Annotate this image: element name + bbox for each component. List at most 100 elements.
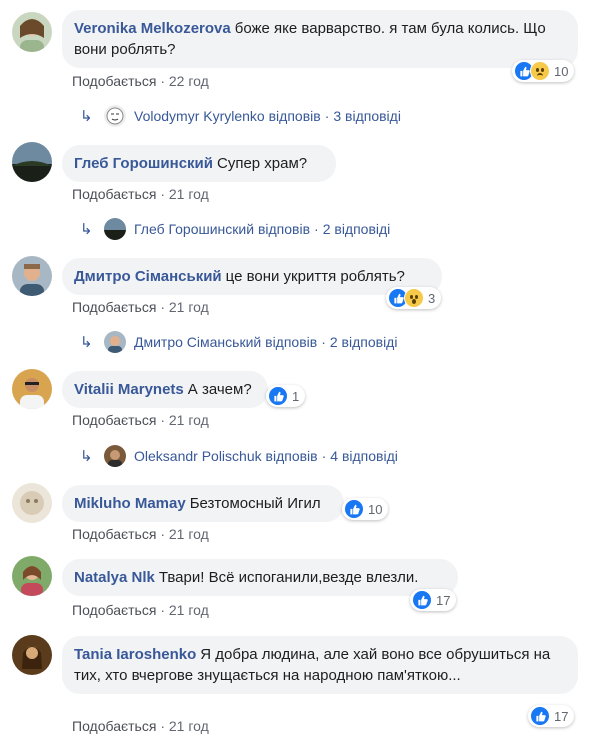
- reply-verb: відповів: [268, 108, 321, 124]
- reaction-count: 17: [554, 708, 569, 724]
- comment-author[interactable]: Mikluho Mamay: [74, 495, 186, 512]
- separator: ·: [321, 448, 327, 464]
- comment-author[interactable]: Veronika Melkozerova: [74, 20, 231, 37]
- comment-text: Безтомосный Игил: [189, 495, 321, 512]
- reaction-count: 10: [368, 501, 383, 517]
- comment-author[interactable]: Глеб Горошинский: [74, 155, 213, 172]
- reaction-summary[interactable]: 17: [410, 589, 457, 611]
- comment-author[interactable]: Natalya Nlk: [74, 569, 155, 586]
- like-link[interactable]: Подобається: [72, 718, 156, 734]
- separator: ·: [321, 334, 326, 350]
- comment-meta: Подобається · 21 год: [72, 718, 209, 734]
- reply-author: Глеб Горошинский: [134, 221, 255, 237]
- like-link[interactable]: Подобається: [72, 412, 156, 428]
- comment-text: Твари! Всё испоганили,везде влезли.: [158, 569, 419, 586]
- like-icon: [344, 499, 364, 519]
- reaction-count: 3: [428, 290, 436, 306]
- separator: ·: [160, 602, 165, 618]
- reaction-count: 1: [292, 388, 300, 404]
- reply-arrow-icon: ↳: [80, 221, 93, 238]
- comment-text: А зачем?: [187, 381, 252, 398]
- reply-count: 3 відповіді: [333, 108, 401, 124]
- reply-count: 2 відповіді: [322, 221, 391, 237]
- avatar: [104, 218, 126, 240]
- avatar[interactable]: [12, 142, 52, 182]
- replies-link[interactable]: ↳ Volodymyr Kyrylenko відповів · 3 відпо…: [80, 105, 401, 127]
- separator: ·: [160, 73, 165, 89]
- avatar[interactable]: [12, 12, 52, 52]
- comment-bubble: Natalya Nlk Твари! Всё испоганили,везде в…: [62, 559, 458, 596]
- replies-link[interactable]: ↳ Oleksandr Polischuk відповів · 4 відпо…: [80, 445, 398, 467]
- reaction-summary[interactable]: 10: [342, 498, 389, 520]
- replies-link[interactable]: ↳ Глеб Горошинский відповів · 2 відповід…: [80, 218, 390, 240]
- timestamp[interactable]: 21 год: [169, 602, 209, 618]
- reply-arrow-icon: ↳: [80, 108, 93, 125]
- comment-meta: Подобається · 22 год: [72, 73, 209, 89]
- separator: ·: [160, 412, 165, 428]
- timestamp[interactable]: 21 год: [169, 526, 209, 542]
- reaction-summary[interactable]: 3: [386, 287, 442, 309]
- like-icon: [412, 590, 432, 610]
- comment-text: це вони укриття роблять?: [225, 268, 405, 285]
- avatar[interactable]: [12, 556, 52, 596]
- separator: ·: [160, 526, 165, 542]
- timestamp[interactable]: 22 год: [169, 73, 209, 89]
- sad-icon: [530, 61, 550, 81]
- comment-author[interactable]: Vitalii Marynets: [74, 381, 184, 398]
- avatar[interactable]: [12, 256, 52, 296]
- reply-author: Oleksandr Polischuk: [134, 448, 262, 464]
- avatar[interactable]: [12, 635, 52, 675]
- separator: ·: [314, 221, 319, 237]
- reply-arrow-icon: ↳: [80, 448, 93, 465]
- replies-link[interactable]: ↳ Дмитро Сіманський відповів · 2 відпові…: [80, 331, 397, 353]
- reply-count: 2 відповіді: [329, 334, 398, 350]
- timestamp[interactable]: 21 год: [169, 299, 209, 315]
- comment-meta: Подобається · 21 год: [72, 412, 209, 428]
- comment-author[interactable]: Tania Iaroshenko: [74, 646, 196, 663]
- reaction-summary[interactable]: 17: [528, 705, 575, 727]
- comment-bubble: Дмитро Сіманський це вони укриття роблять…: [62, 258, 442, 295]
- avatar: [104, 331, 126, 353]
- like-icon: [530, 706, 550, 726]
- reaction-summary[interactable]: 10: [512, 60, 575, 82]
- separator: ·: [160, 718, 165, 734]
- avatar: [104, 105, 126, 127]
- reaction-count: 10: [554, 63, 569, 79]
- reply-verb: відповів: [265, 334, 318, 350]
- like-link[interactable]: Подобається: [72, 602, 156, 618]
- reaction-count: 17: [436, 592, 451, 608]
- separator: ·: [160, 186, 165, 202]
- comment-bubble: Mikluho Mamay Безтомосный Игил: [62, 485, 344, 522]
- reaction-summary[interactable]: 1: [266, 385, 306, 407]
- reply-verb: відповів: [257, 221, 311, 237]
- like-link[interactable]: Подобається: [72, 526, 156, 542]
- separator: ·: [160, 299, 165, 315]
- comment-meta: Подобається · 21 год: [72, 526, 209, 542]
- separator: ·: [324, 108, 330, 124]
- comment-meta: Подобається · 21 год: [72, 602, 209, 618]
- comment-bubble: Vitalii Marynets А зачем?: [62, 371, 268, 408]
- like-link[interactable]: Подобається: [72, 73, 156, 89]
- timestamp[interactable]: 21 год: [169, 412, 209, 428]
- reply-arrow-icon: ↳: [80, 334, 93, 351]
- comment-bubble: Veronika Melkozerova боже яке варварство.…: [62, 10, 578, 68]
- like-icon: [268, 386, 288, 406]
- like-link[interactable]: Подобається: [72, 186, 156, 202]
- timestamp[interactable]: 21 год: [169, 718, 209, 734]
- comment-bubble: Tania Iaroshenko Я добра людина, але хай …: [62, 636, 578, 694]
- comment-text: Супер храм?: [216, 155, 308, 172]
- avatar: [104, 445, 126, 467]
- comment-meta: Подобається · 21 год: [72, 299, 209, 315]
- reply-verb: відповів: [265, 448, 318, 464]
- reply-author: Дмитро Сіманський: [134, 334, 262, 350]
- comment-meta: Подобається · 21 год: [72, 186, 209, 202]
- avatar[interactable]: [12, 369, 52, 409]
- comment-author[interactable]: Дмитро Сіманський: [74, 268, 222, 285]
- timestamp[interactable]: 21 год: [169, 186, 209, 202]
- reply-count: 4 відповіді: [330, 448, 398, 464]
- avatar[interactable]: [12, 483, 52, 523]
- like-link[interactable]: Подобається: [72, 299, 156, 315]
- reply-author: Volodymyr Kyrylenko: [134, 108, 265, 124]
- wow-icon: [404, 288, 424, 308]
- comment-bubble: Глеб Горошинский Супер храм?: [62, 145, 336, 182]
